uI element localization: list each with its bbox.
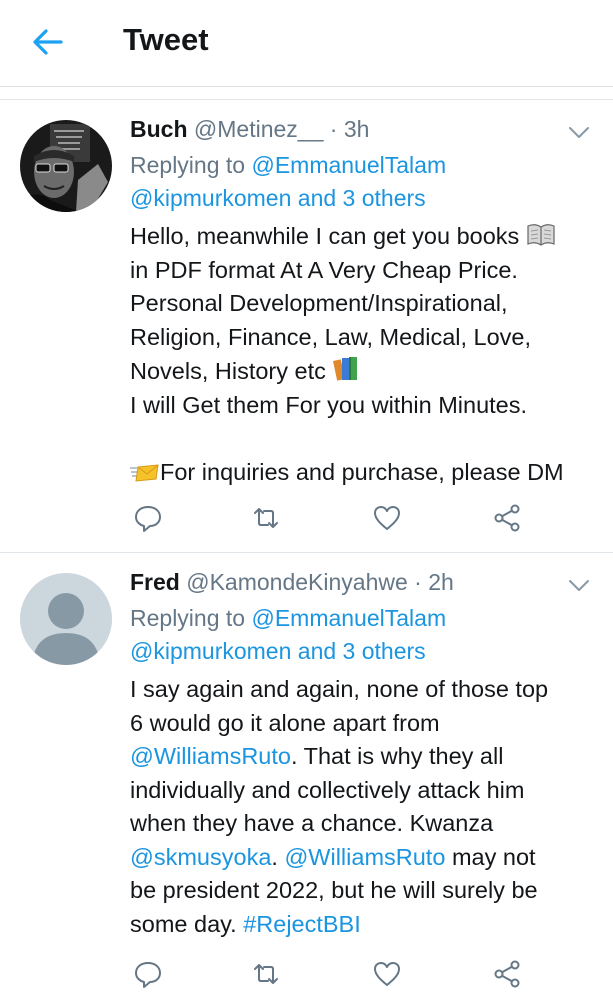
user-handle[interactable]: @KamondeKinyahwe xyxy=(186,569,408,595)
text-line: Hello, meanwhile I can get you books xyxy=(130,220,605,254)
reply-button[interactable] xyxy=(133,959,163,989)
mention-link[interactable]: @kipmurkomen and 3 others xyxy=(130,638,426,664)
tweet-menu-button[interactable] xyxy=(566,120,592,146)
separator-dot: · xyxy=(414,569,422,595)
tweet-item[interactable]: Fred @KamondeKinyahwe · 2h Replying to @… xyxy=(0,553,613,1000)
text-line: For inquiries and purchase, please DM xyxy=(130,456,605,490)
retweet-icon xyxy=(254,964,278,984)
text-line-content: Hello, meanwhile I can get you books xyxy=(130,223,520,249)
retweet-icon xyxy=(254,508,278,528)
open-book-icon xyxy=(527,224,555,246)
retweet-button[interactable] xyxy=(251,503,281,533)
avatar[interactable] xyxy=(20,573,112,665)
share-icon xyxy=(494,504,520,532)
like-button[interactable] xyxy=(372,959,402,989)
replying-to-label: Replying to xyxy=(130,152,246,178)
text-line: when they have a chance. Kwanza xyxy=(130,810,494,836)
top-bar: Tweet xyxy=(0,0,613,87)
tweet-header: Buch @Metinez__ · 3h xyxy=(130,116,369,143)
mention-link[interactable]: @WilliamsRuto xyxy=(130,743,291,769)
text-line: some day. #RejectBBI xyxy=(130,908,605,942)
user-name[interactable]: Buch xyxy=(130,116,188,142)
user-name[interactable]: Fred xyxy=(130,569,180,595)
tweet-item[interactable]: Buch @Metinez__ · 3h Replying to @Emmanu… xyxy=(0,100,613,553)
mention-link[interactable]: @EmmanuelTalam xyxy=(251,152,446,178)
default-profile-icon xyxy=(20,573,112,665)
envelope-with-arrow-icon xyxy=(130,463,159,482)
text-line-content: . xyxy=(271,843,285,870)
text-line-content: may not xyxy=(445,843,536,870)
text-line: Religion, Finance, Law, Medical, Love, xyxy=(130,323,532,350)
avatar[interactable] xyxy=(20,120,112,212)
text-line-content: . That is why they all xyxy=(290,743,504,769)
share-button[interactable] xyxy=(492,959,522,989)
text-line: be president 2022, but he will surely be xyxy=(130,877,538,903)
divider xyxy=(0,87,613,100)
replying-to: Replying to @EmmanuelTalam @kipmurkomen … xyxy=(130,602,600,668)
books-icon xyxy=(333,357,358,381)
timestamp: 3h xyxy=(343,116,370,142)
tweet-actions xyxy=(130,503,530,533)
tweet-text: Hello, meanwhile I can get you books in … xyxy=(130,220,605,489)
text-line: I say again and again, none of those top xyxy=(130,676,549,702)
share-icon xyxy=(494,960,520,988)
text-line-content: some day. xyxy=(130,910,244,937)
reply-button[interactable] xyxy=(133,503,163,533)
timestamp: 2h xyxy=(428,569,454,595)
text-line: 6 would go it alone apart from xyxy=(130,709,440,736)
chevron-down-icon xyxy=(569,127,589,138)
arrow-left-icon xyxy=(33,29,63,55)
hashtag-link[interactable]: #RejectBBI xyxy=(243,911,361,937)
separator-dot: · xyxy=(329,116,338,142)
mention-link[interactable]: @WilliamsRuto xyxy=(284,844,445,870)
reply-icon xyxy=(135,506,161,532)
text-line: I will Get them For you within Minutes. xyxy=(130,391,528,418)
heart-icon xyxy=(374,506,400,530)
text-line-content: For inquiries and purchase, please DM xyxy=(160,458,564,485)
chevron-down-icon xyxy=(569,580,589,591)
share-button[interactable] xyxy=(492,503,522,533)
text-line: @skmusyoka. @WilliamsRuto may not xyxy=(130,841,605,875)
page-title: Tweet xyxy=(123,22,209,57)
text-line: Novels, History etc xyxy=(130,354,605,389)
text-line-content: Novels, History etc xyxy=(130,358,326,384)
back-button[interactable] xyxy=(28,22,68,62)
tweet-text: I say again and again, none of those top… xyxy=(130,673,605,941)
replying-to: Replying to @EmmanuelTalam @kipmurkomen … xyxy=(130,149,600,215)
text-line: @WilliamsRuto. That is why they all xyxy=(130,740,605,774)
text-line: Personal Development/Inspirational, xyxy=(130,290,508,316)
tweet-header: Fred @KamondeKinyahwe · 2h xyxy=(130,569,454,596)
text-line: in PDF format At A Very Cheap Price. xyxy=(130,256,518,283)
user-handle[interactable]: @Metinez__ xyxy=(194,116,323,142)
text-line: individually and collectively attack him xyxy=(130,776,525,803)
tweet-actions xyxy=(130,959,530,989)
mention-link[interactable]: @kipmurkomen and 3 others xyxy=(130,185,426,211)
tweet-menu-button[interactable] xyxy=(566,573,592,599)
replying-to-label: Replying to xyxy=(130,605,246,631)
reply-icon xyxy=(135,962,161,988)
retweet-button[interactable] xyxy=(251,959,281,989)
mention-link[interactable]: @EmmanuelTalam xyxy=(251,605,446,631)
like-button[interactable] xyxy=(372,503,402,533)
mention-link[interactable]: @skmusyoka xyxy=(130,844,271,870)
heart-icon xyxy=(374,962,400,986)
